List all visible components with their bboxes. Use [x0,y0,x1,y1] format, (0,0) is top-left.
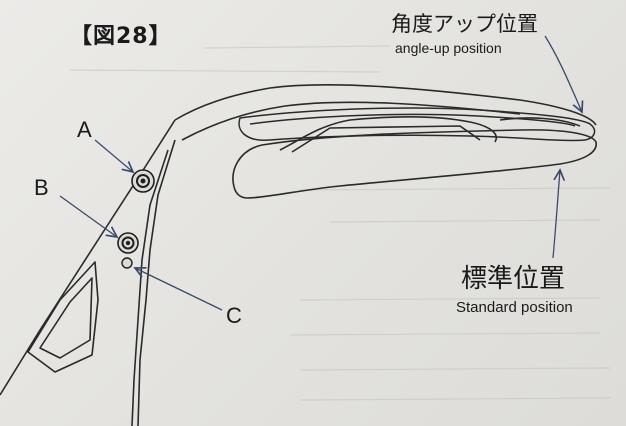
arrow-to-c [135,268,223,311]
arrow-to-b [59,195,117,237]
figure-title: 【図28】 [70,24,172,49]
point-label-b: B [34,175,49,200]
arrow-to-a [94,139,133,172]
standard-label-en: Standard position [456,299,573,316]
diagram-figure: 【図28】 角度アップ位置 angle-up position 標準位置 Sta… [0,0,626,426]
angle-up-label-jp: 角度アップ位置 [391,12,538,36]
angle-up-handle [238,107,596,142]
pivot-c [121,257,133,269]
diagram-drawing [0,35,611,426]
point-label-a: A [77,117,92,142]
arrow-to-angle-up [544,35,582,112]
standard-handle [232,116,597,199]
arrow-to-standard [552,170,560,259]
standard-label-jp: 標準位置 [461,264,566,294]
pivot-a [131,169,155,193]
point-label-c: C [226,303,242,328]
bleed-through-texture [69,45,611,401]
angle-up-label-en: angle-up position [395,40,502,56]
pivot-b [117,232,139,254]
